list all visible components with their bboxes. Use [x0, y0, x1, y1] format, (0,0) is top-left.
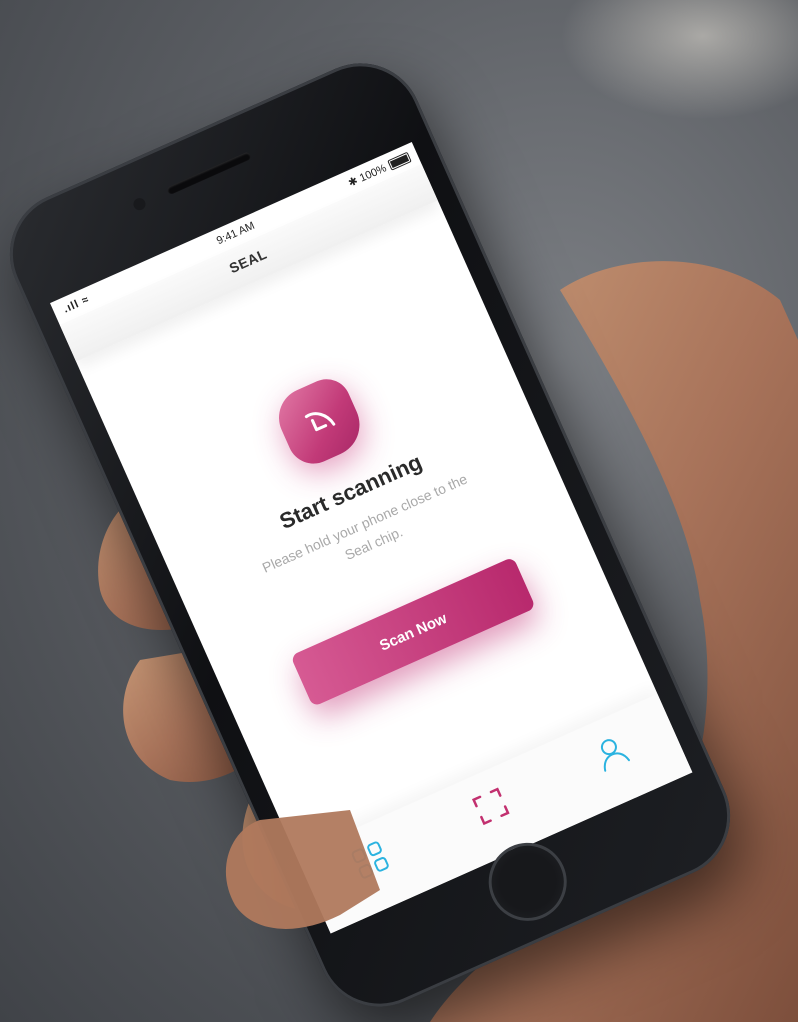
photo-scene: .ıll ≈ 9:41 AM ✱ 100% SEAL Start scannin…	[0, 0, 798, 1022]
thumb-overlay	[225, 810, 380, 929]
